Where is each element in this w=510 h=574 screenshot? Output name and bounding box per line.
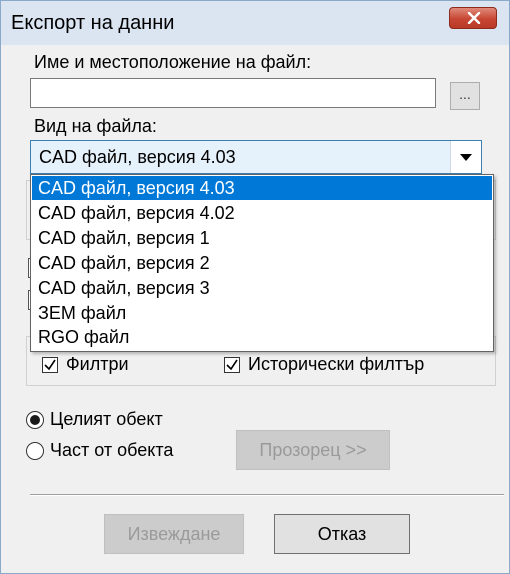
export-button[interactable]: Извеждане [104, 514, 244, 554]
dropdown-option[interactable]: CAD файл, версия 4.03 [32, 176, 492, 200]
dropdown-toggle[interactable] [450, 141, 481, 173]
filters-label: Филтри [66, 354, 129, 374]
radio-selected-dot [30, 415, 40, 425]
part-object-radio[interactable] [26, 442, 44, 460]
part-object-label: Част от обекта [50, 440, 174, 460]
dropdown-option[interactable]: CAD файл, версия 1 [32, 226, 492, 250]
browse-button[interactable]: ... [450, 82, 480, 110]
file-type-selected: CAD файл, версия 4.03 [39, 147, 236, 167]
dropdown-option[interactable]: ЗЕМ файл [32, 301, 492, 325]
whole-object-radio[interactable] [26, 411, 44, 429]
title-bar: Експорт на данни [1, 1, 509, 45]
checkmark-icon [44, 359, 56, 371]
historical-filter-label: Исторически филтър [248, 354, 425, 374]
filters-checkbox[interactable] [42, 357, 58, 373]
close-button[interactable] [449, 7, 497, 29]
close-icon [467, 12, 481, 24]
file-type-select[interactable]: CAD файл, версия 4.03 [30, 140, 482, 174]
historical-filter-checkbox[interactable] [224, 357, 240, 373]
dropdown-option[interactable]: CAD файл, версия 4.02 [32, 201, 492, 225]
dropdown-option[interactable]: CAD файл, версия 2 [32, 251, 492, 275]
dropdown-option[interactable]: CAD файл, версия 3 [32, 276, 492, 300]
checkmark-icon [226, 359, 238, 371]
chevron-down-icon [460, 154, 472, 161]
window-button[interactable]: Прозорец >> [236, 430, 390, 470]
dialog-title: Експорт на данни [11, 12, 175, 34]
file-type-dropdown-list: CAD файл, версия 4.03 CAD файл, версия 4… [30, 174, 494, 352]
separator [30, 494, 504, 496]
dropdown-option[interactable]: RGO файл [32, 325, 492, 349]
whole-object-label: Целият обект [50, 409, 163, 429]
file-name-label: Име и местоположение на файл: [34, 52, 312, 72]
file-type-label: Вид на файла: [34, 116, 157, 136]
file-name-input[interactable] [30, 78, 436, 108]
cancel-button[interactable]: Отказ [274, 514, 410, 554]
